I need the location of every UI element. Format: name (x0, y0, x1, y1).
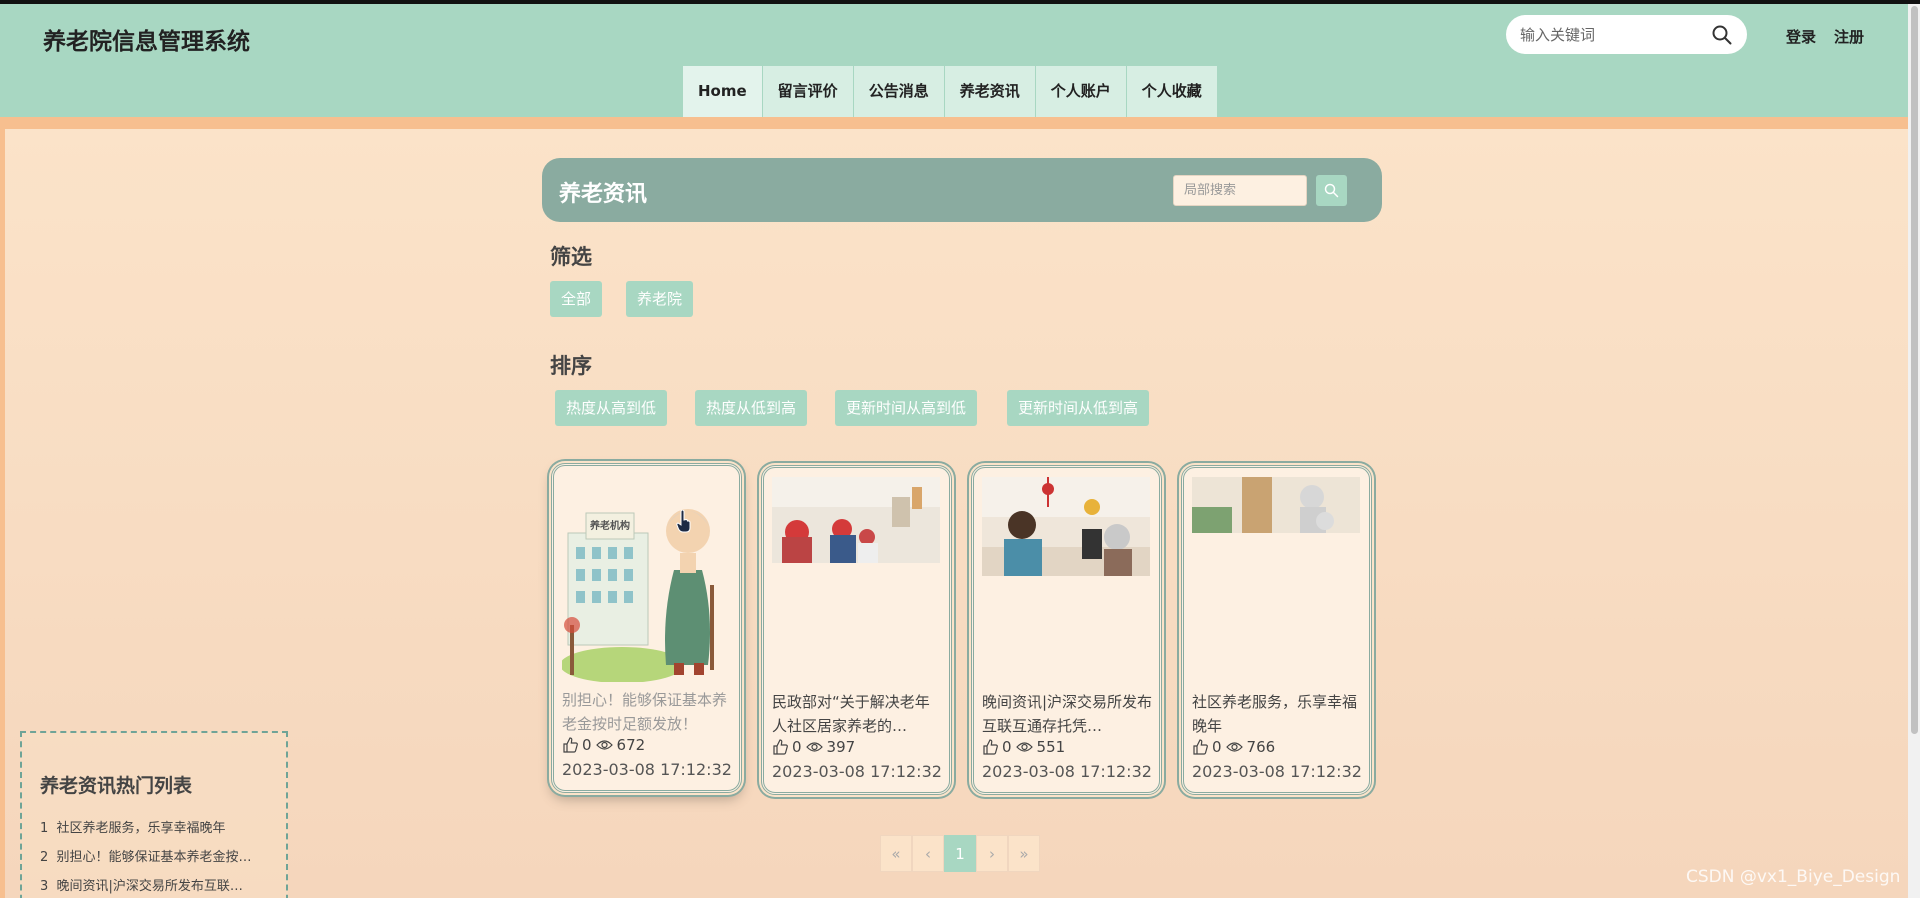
global-search-input[interactable] (1520, 23, 1710, 47)
login-link[interactable]: 登录 (1786, 26, 1816, 47)
hot-news-rank: 1 (40, 821, 49, 836)
like-count: 0 (582, 736, 592, 754)
section-title: 养老资讯 (559, 182, 648, 207)
news-card-date: 2023-03-08 17:12:32 (1192, 762, 1362, 781)
news-card-date: 2023-03-08 17:12:32 (772, 762, 942, 781)
nav-favorites[interactable]: 个人收藏 (1126, 66, 1218, 117)
view-count: 551 (1036, 738, 1066, 756)
site-title: 养老院信息管理系统 (43, 29, 250, 55)
filter-nursing-home-button[interactable]: 养老院 (626, 281, 694, 317)
news-card[interactable]: 民政部对“关于解决老年人社区居家养老的… 0 397 2023-03-08 17… (761, 465, 952, 795)
eye-icon (595, 740, 613, 750)
pagination: « ‹ 1 › » (880, 835, 1040, 872)
like-count: 0 (1002, 738, 1012, 756)
eye-icon (1015, 742, 1033, 752)
hot-news-item[interactable]: 2 别担心！能够保证基本养老金按… (40, 846, 280, 865)
hot-news-item[interactable]: 3 晚间资讯|沪深交易所发布互联… (40, 875, 280, 894)
filter-all-button[interactable]: 全部 (550, 281, 603, 317)
global-search[interactable] (1506, 15, 1747, 54)
page-current-button[interactable]: 1 (944, 835, 976, 872)
news-card-stats: 0 672 (562, 736, 645, 754)
nav-feedback[interactable]: 留言评价 (762, 66, 854, 117)
page-prev-button[interactable]: ‹ (912, 835, 944, 872)
view-count: 672 (616, 736, 646, 754)
view-count: 397 (826, 738, 856, 756)
hot-news-text[interactable]: 晚间资讯|沪深交易所发布互联… (57, 879, 243, 894)
filter-label: 筛选 (550, 245, 592, 269)
nav-account[interactable]: 个人账户 (1035, 66, 1127, 117)
site-header: 养老院信息管理系统 登录 注册 Home 留言评价 公告消息 养老资讯 个人账户… (0, 4, 1920, 117)
view-count: 766 (1246, 738, 1276, 756)
page-last-button[interactable]: » (1008, 835, 1040, 872)
register-link[interactable]: 注册 (1834, 26, 1864, 47)
watermark: CSDN @vx1_Biye_Design (1686, 867, 1901, 887)
news-card-stats: 0 766 (1192, 738, 1275, 756)
like-count: 0 (792, 738, 802, 756)
news-card[interactable]: 社区养老服务，乐享幸福晚年 0 766 2023-03-08 17:12:32 (1181, 465, 1372, 795)
news-card-title[interactable]: 别担心！能够保证基本养老金按时足额发放！ (562, 688, 734, 736)
eye-icon (805, 742, 823, 752)
scrollbar-thumb[interactable] (1911, 6, 1918, 734)
main-nav: Home 留言评价 公告消息 养老资讯 个人账户 个人收藏 (683, 66, 1218, 117)
news-card[interactable]: 养老机构 别担心！能够保证基本养老金按时足额发放！ 0 672 2023-03-… (551, 463, 742, 793)
page-first-button[interactable]: « (880, 835, 912, 872)
news-card-title[interactable]: 晚间资讯|沪深交易所发布互联互通存托凭… (982, 690, 1154, 738)
nav-home[interactable]: Home (683, 66, 763, 117)
accent-bar (0, 117, 1920, 129)
news-card-date: 2023-03-08 17:12:32 (982, 762, 1152, 781)
like-count: 0 (1212, 738, 1222, 756)
left-edge-bar (0, 129, 5, 898)
news-card-stats: 0 551 (982, 738, 1065, 756)
news-card-image (1192, 477, 1360, 533)
hot-news-rank: 2 (40, 850, 49, 865)
search-icon[interactable] (1711, 24, 1733, 46)
news-card-image (772, 477, 940, 563)
thumbs-up-icon[interactable] (982, 739, 998, 755)
news-card-title[interactable]: 社区养老服务，乐享幸福晚年 (1192, 690, 1364, 738)
hot-news-text[interactable]: 社区养老服务，乐享幸福晚年 (57, 821, 226, 836)
hot-news-title: 养老资讯热门列表 (40, 775, 193, 797)
sort-time-asc-button[interactable]: 更新时间从低到高 (1007, 390, 1150, 426)
hot-news-rank: 3 (40, 879, 49, 894)
thumbs-up-icon[interactable] (772, 739, 788, 755)
news-card-image: 养老机构 (562, 475, 730, 682)
sort-hot-desc-button[interactable]: 热度从高到低 (555, 390, 668, 426)
search-icon (1324, 183, 1339, 198)
sort-hot-asc-button[interactable]: 热度从低到高 (695, 390, 808, 426)
sort-label: 排序 (550, 354, 592, 378)
content-background (5, 129, 1920, 898)
thumbs-up-icon[interactable] (1192, 739, 1208, 755)
local-search-input[interactable] (1173, 175, 1307, 206)
hot-news-panel: 养老资讯热门列表 1 社区养老服务，乐享幸福晚年 2 别担心！能够保证基本养老金… (20, 731, 288, 898)
hot-news-item[interactable]: 1 社区养老服务，乐享幸福晚年 (40, 817, 280, 836)
news-card-image (982, 477, 1150, 576)
nav-announcements[interactable]: 公告消息 (853, 66, 945, 117)
eye-icon (1225, 742, 1243, 752)
hand-cursor-icon (676, 510, 691, 533)
news-card-stats: 0 397 (772, 738, 855, 756)
section-header: 养老资讯 (542, 158, 1382, 222)
thumbs-up-icon[interactable] (562, 737, 578, 753)
hot-news-text[interactable]: 别担心！能够保证基本养老金按… (57, 850, 252, 865)
news-card[interactable]: 晚间资讯|沪深交易所发布互联互通存托凭… 0 551 2023-03-08 17… (971, 465, 1162, 795)
news-card-title[interactable]: 民政部对“关于解决老年人社区居家养老的… (772, 690, 944, 738)
sort-time-desc-button[interactable]: 更新时间从高到低 (835, 390, 978, 426)
news-card-date: 2023-03-08 17:12:32 (562, 760, 732, 779)
local-search-button[interactable] (1316, 175, 1347, 206)
nav-news[interactable]: 养老资讯 (944, 66, 1036, 117)
page-next-button[interactable]: › (976, 835, 1008, 872)
building-sign: 养老机构 (589, 519, 630, 532)
